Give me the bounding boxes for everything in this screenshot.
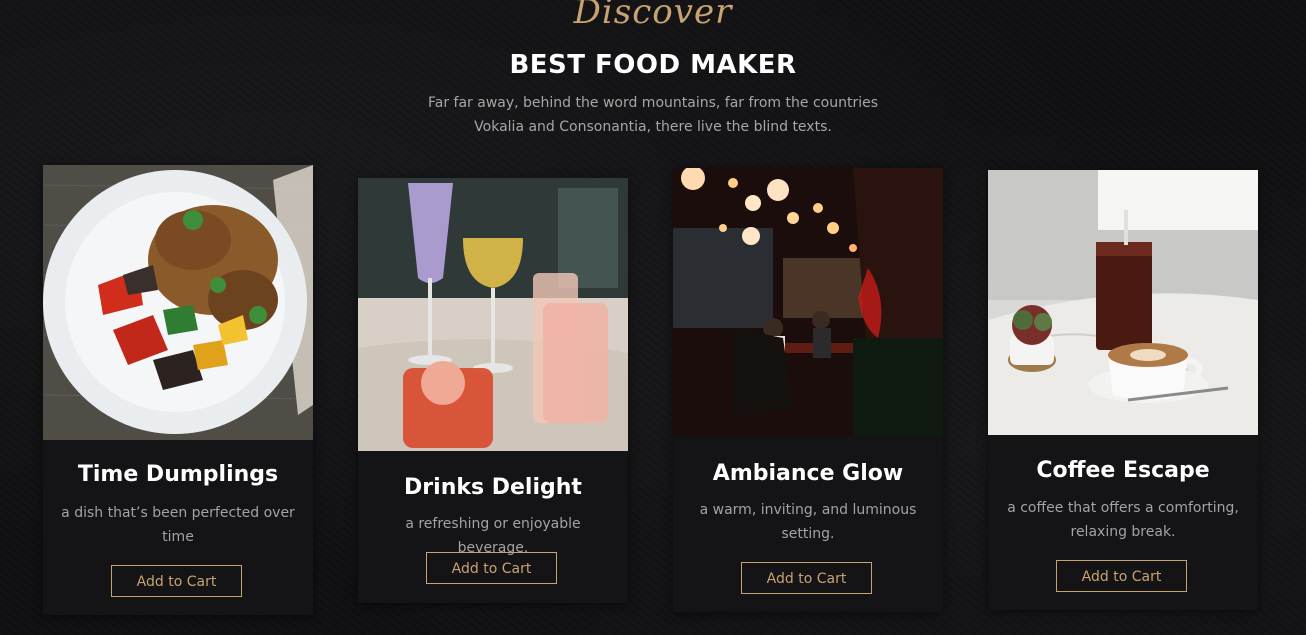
card-title: Time Dumplings	[77, 462, 279, 487]
card-title: Drinks Delight	[404, 475, 582, 500]
product-card-coffee-escape: Coffee Escape a coffee that offers a com…	[988, 170, 1258, 610]
card-image-night-terrace	[673, 168, 943, 436]
product-card-ambiance-glow: Ambiance Glow a warm, inviting, and lumi…	[673, 168, 943, 612]
card-description: a dish that’s been perfected over time	[61, 505, 295, 545]
add-to-cart-button[interactable]: Add to Cart	[111, 565, 242, 597]
card-title: Coffee Escape	[1036, 458, 1210, 483]
section-title: BEST FOOD MAKER	[509, 50, 797, 80]
section-eyebrow: Discover	[573, 0, 733, 32]
product-card-drinks-delight: Drinks Delight a refreshing or enjoyable…	[358, 178, 628, 603]
card-description: a warm, inviting, and luminous setting.	[699, 502, 917, 542]
add-to-cart-button[interactable]: Add to Cart	[426, 552, 557, 584]
add-to-cart-button[interactable]: Add to Cart	[1056, 560, 1187, 592]
add-to-cart-button[interactable]: Add to Cart	[741, 562, 872, 594]
section-subtitle: Far far away, behind the word mountains,…	[427, 95, 879, 135]
card-image-curry	[43, 165, 313, 440]
product-card-time-dumplings: Time Dumplings a dish that’s been perfec…	[43, 165, 313, 615]
card-image-cocktails	[358, 178, 628, 451]
card-description: a coffee that offers a comforting, relax…	[1007, 500, 1239, 540]
card-image-coffee	[988, 170, 1258, 435]
card-title: Ambiance Glow	[712, 461, 904, 486]
